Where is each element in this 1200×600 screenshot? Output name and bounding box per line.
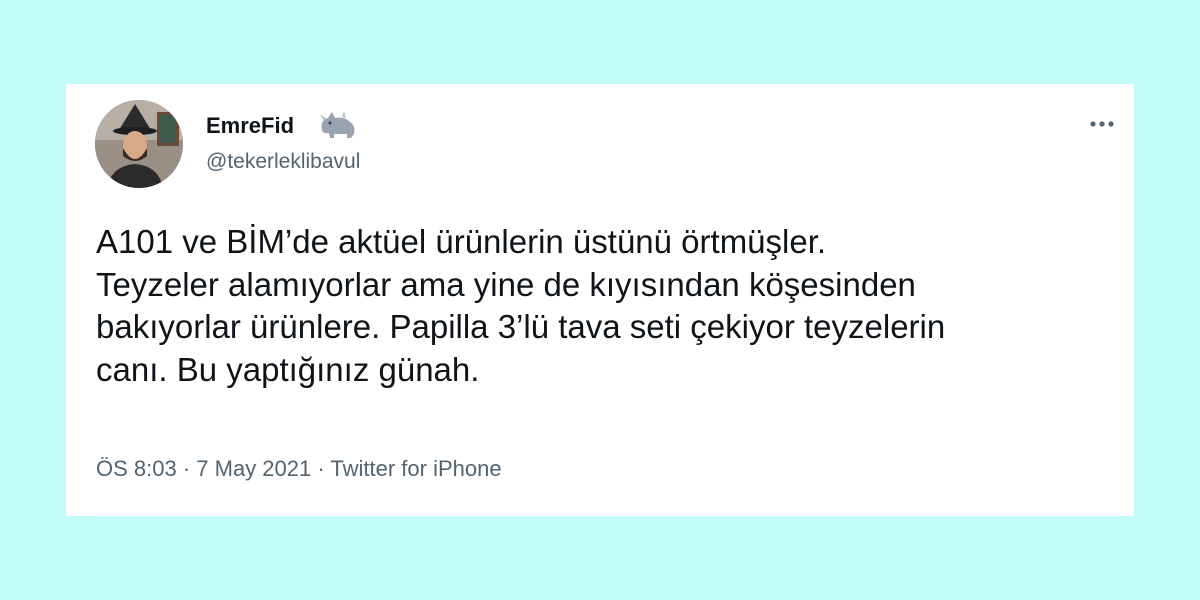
more-options-button[interactable]	[1084, 112, 1120, 136]
divider	[96, 514, 1120, 515]
tweet-card: EmreFid @tekerleklibavul A101 ve BİM’de …	[66, 84, 1134, 516]
tweet-date[interactable]: 7 May 2021	[196, 456, 311, 481]
profile-photo-icon	[95, 100, 183, 188]
rhinoceros-emoji-icon	[320, 111, 355, 138]
tweet-meta: ÖS 8:03 · 7 May 2021 · Twitter for iPhon…	[96, 454, 502, 484]
tweet-source[interactable]: Twitter for iPhone	[330, 456, 501, 481]
author-handle[interactable]: @tekerleklibavul	[206, 148, 360, 176]
more-dots-icon	[1090, 121, 1114, 127]
author-display-name[interactable]: EmreFid	[206, 111, 294, 141]
meta-separator: ·	[176, 456, 197, 481]
avatar[interactable]	[95, 100, 183, 188]
tweet-text: A101 ve BİM’de aktüel ürünlerin üstünü ö…	[96, 223, 946, 388]
tweet-time[interactable]: ÖS 8:03	[96, 456, 177, 481]
meta-separator: ·	[311, 456, 331, 481]
